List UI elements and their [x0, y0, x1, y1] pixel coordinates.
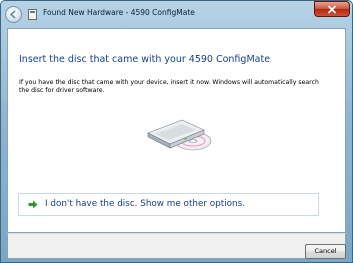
- window-title: Found New Hardware - 4590 ConfigMate: [43, 8, 195, 17]
- close-button[interactable]: [314, 1, 350, 17]
- close-icon: [327, 5, 337, 14]
- page-heading: Insert the disc that came with your 4590…: [19, 54, 271, 65]
- back-arrow-icon: [9, 10, 16, 19]
- no-disc-option[interactable]: I don't have the disc. Show me other opt…: [18, 193, 319, 216]
- hardware-wizard-icon: [28, 9, 37, 20]
- disc-drive-icon: [147, 119, 212, 151]
- footer-bar: [7, 233, 346, 259]
- back-button[interactable]: [5, 6, 22, 23]
- description-text: If you have the disc that came with your…: [19, 79, 319, 94]
- green-arrow-icon: [28, 200, 38, 209]
- no-disc-option-label: I don't have the disc. Show me other opt…: [45, 199, 245, 209]
- cancel-button[interactable]: Cancel: [305, 244, 346, 259]
- title-bar: Found New Hardware - 4590 ConfigMate: [0, 0, 353, 27]
